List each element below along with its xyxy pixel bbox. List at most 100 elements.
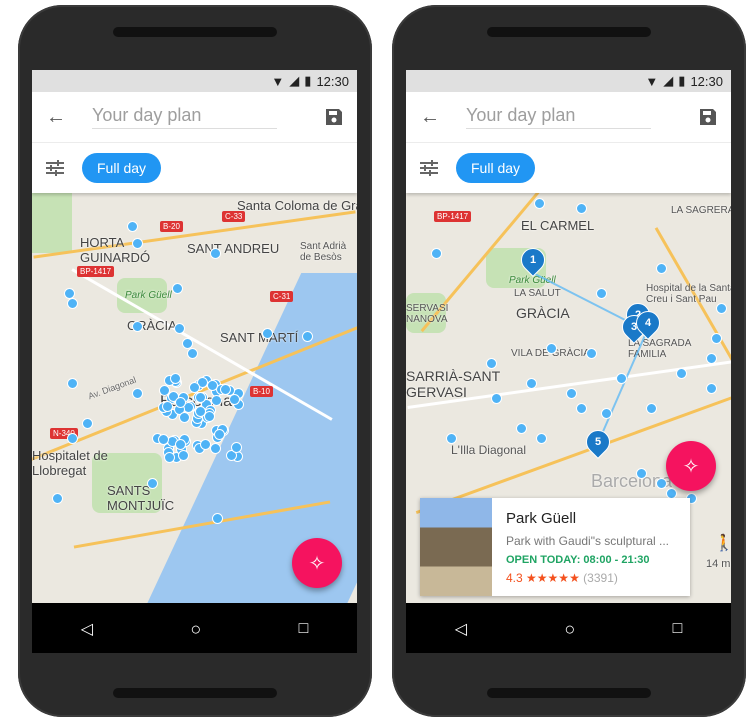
poi-dot[interactable] <box>576 203 587 214</box>
battery-icon: ▮ <box>304 73 312 88</box>
poi-dot[interactable] <box>516 423 527 434</box>
signal-icon: ◢ <box>663 73 674 88</box>
poi-dot[interactable] <box>706 383 717 394</box>
poi-dot[interactable] <box>174 323 185 334</box>
poi-dot[interactable] <box>132 238 143 249</box>
nav-home-icon[interactable]: ○ <box>190 619 201 640</box>
poi-dot[interactable] <box>132 388 143 399</box>
road-shield: B-10 <box>250 386 273 397</box>
phone-left: ▼ ◢ ▮ 12:30 ← Your day plan Full day Santa… <box>18 5 372 717</box>
poi-dot[interactable] <box>706 353 717 364</box>
poi-dot[interactable] <box>132 321 143 332</box>
nav-bar: ◁ ○ □ <box>32 605 357 653</box>
poi-dot[interactable] <box>147 478 158 489</box>
poi-dot[interactable] <box>486 358 497 369</box>
poi-dot[interactable] <box>67 298 78 309</box>
poi-dot[interactable] <box>534 198 545 209</box>
poi-dot[interactable] <box>67 433 78 444</box>
back-arrow-icon[interactable]: ← <box>46 106 66 129</box>
park-area <box>32 193 72 253</box>
map[interactable]: Santa Coloma de Gramenet HORTA GUINARDÓ … <box>32 193 357 603</box>
poi-dot[interactable] <box>716 303 727 314</box>
full-day-chip[interactable]: Full day <box>456 153 536 183</box>
nav-back-icon[interactable]: ◁ <box>455 619 467 639</box>
nav-recents-icon[interactable]: □ <box>673 620 683 638</box>
speaker <box>487 27 651 37</box>
poi-dot[interactable] <box>536 433 547 444</box>
poi-dot[interactable] <box>576 403 587 414</box>
back-arrow-icon[interactable]: ← <box>420 106 440 129</box>
map-label: Santa Coloma de Gramenet <box>237 198 357 213</box>
place-card[interactable]: Park Güell Park with Gaudi"s sculptural … <box>420 498 690 596</box>
poi-dot[interactable] <box>262 328 273 339</box>
status-bar: ▼ ◢ ▮ 12:30 <box>406 70 731 92</box>
poi-dot[interactable] <box>586 348 597 359</box>
map-label: SANTS MONTJUÏC <box>107 483 175 513</box>
poi-dot[interactable] <box>187 348 198 359</box>
poi-dot[interactable] <box>228 394 240 406</box>
road-shield: C-31 <box>270 291 294 302</box>
poi-dot[interactable] <box>67 378 78 389</box>
title-input[interactable]: Your day plan <box>466 105 651 129</box>
speaker <box>113 27 277 37</box>
poi-dot[interactable] <box>179 412 191 424</box>
poi-dot[interactable] <box>209 442 221 454</box>
screen: ▼ ◢ ▮ 12:30 ← Your day plan Full day Santa… <box>32 70 357 653</box>
poi-dot[interactable] <box>491 393 502 404</box>
poi-dot[interactable] <box>526 378 537 389</box>
poi-dot[interactable] <box>656 478 667 489</box>
title-input[interactable]: Your day plan <box>92 105 277 129</box>
save-icon[interactable] <box>699 108 717 126</box>
nav-back-icon[interactable]: ◁ <box>81 619 93 639</box>
poi-dot[interactable] <box>210 248 221 259</box>
poi-dot[interactable] <box>213 428 225 440</box>
filter-sliders-icon[interactable] <box>46 160 64 176</box>
magic-wand-button[interactable]: ✧ <box>292 538 342 588</box>
opening-hours: OPEN TODAY: 08:00 - 21:30 <box>506 554 650 566</box>
poi-dot[interactable] <box>194 391 206 403</box>
map[interactable]: EL CARMEL LA SAGRERA Park Güell LA SALUT… <box>406 193 731 603</box>
status-time: 12:30 <box>690 73 723 89</box>
poi-dot[interactable] <box>302 331 313 342</box>
review-count: (3391) <box>583 571 618 585</box>
poi-dot[interactable] <box>711 333 722 344</box>
place-photo <box>420 498 492 596</box>
poi-dot[interactable] <box>231 441 243 453</box>
poi-dot[interactable] <box>189 381 201 393</box>
save-icon[interactable] <box>325 108 343 126</box>
poi-dot[interactable] <box>446 433 457 444</box>
map-label: Sant Adrià de Besòs <box>300 241 347 263</box>
filter-sliders-icon[interactable] <box>420 160 438 176</box>
poi-dot[interactable] <box>172 283 183 294</box>
poi-dot[interactable] <box>636 468 647 479</box>
poi-dot[interactable] <box>646 403 657 414</box>
status-bar: ▼ ◢ ▮ 12:30 <box>32 70 357 92</box>
place-name: Park Güell <box>506 510 577 527</box>
rating: 4.3 ★★★★★ (3391) <box>506 571 669 585</box>
nav-bar: ◁ ○ □ <box>406 605 731 653</box>
poi-dot[interactable] <box>546 343 557 354</box>
nav-recents-icon[interactable]: □ <box>299 620 309 638</box>
poi-dot[interactable] <box>157 433 169 445</box>
poi-dot[interactable] <box>616 373 627 384</box>
poi-dot[interactable] <box>431 248 442 259</box>
poi-dot[interactable] <box>127 221 138 232</box>
full-day-chip[interactable]: Full day <box>82 153 162 183</box>
signal-icon: ◢ <box>289 73 300 88</box>
poi-dot[interactable] <box>52 493 63 504</box>
filter-row: Full day <box>32 143 357 193</box>
screen: ▼ ◢ ▮ 12:30 ← Your day plan Full day EL CA… <box>406 70 731 653</box>
poi-dot[interactable] <box>206 379 218 391</box>
nav-home-icon[interactable]: ○ <box>564 619 575 640</box>
place-description: Park with Gaudi"s sculptural ... <box>506 534 669 548</box>
poi-dot[interactable] <box>656 263 667 274</box>
poi-dot[interactable] <box>676 368 687 379</box>
poi-dot[interactable] <box>212 513 223 524</box>
poi-dot[interactable] <box>82 418 93 429</box>
poi-dot[interactable] <box>566 388 577 399</box>
poi-dot[interactable] <box>596 288 607 299</box>
poi-dot[interactable] <box>601 408 612 419</box>
magic-wand-button[interactable]: ✧ <box>666 441 716 491</box>
poi-dot[interactable] <box>178 449 190 461</box>
map-label: Hospitalet de Llobregat <box>32 448 108 478</box>
